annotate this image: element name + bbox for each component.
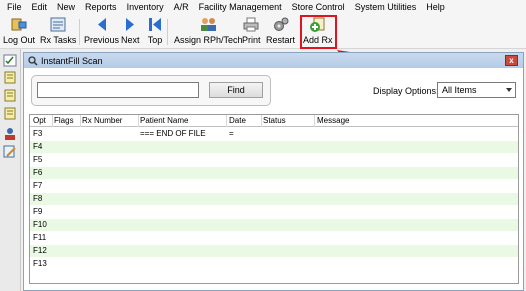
table-row[interactable]: F9 — [30, 206, 518, 218]
row-opt: F10 — [33, 220, 47, 229]
toolbar-separator — [167, 19, 168, 45]
left-tool-strip — [0, 49, 21, 291]
restart-button[interactable]: Restart — [266, 16, 295, 48]
assign-users-icon — [199, 16, 217, 33]
rx-tasks-button[interactable]: Rx Tasks — [40, 16, 76, 48]
column-divider — [226, 115, 227, 127]
row-opt: F8 — [33, 194, 43, 203]
menu-bar: File Edit New Reports Inventory A/R Faci… — [0, 0, 526, 15]
table-row[interactable]: F10 — [30, 219, 518, 231]
top-button[interactable]: Top — [146, 16, 164, 48]
column-divider — [52, 115, 53, 127]
row-date: = — [229, 129, 234, 138]
user-icon[interactable] — [3, 127, 17, 140]
find-button[interactable]: Find — [209, 82, 263, 98]
row-opt: F5 — [33, 155, 43, 164]
column-header-opt[interactable]: Opt — [33, 116, 46, 126]
printer-icon — [242, 16, 260, 33]
display-options-value: All Items — [442, 85, 477, 95]
checklist-icon[interactable] — [3, 54, 17, 67]
column-header-status[interactable]: Status — [263, 116, 286, 126]
scan-input[interactable] — [37, 82, 199, 98]
column-divider — [314, 115, 315, 127]
assign-rph-tech-button[interactable]: Assign RPh/Tech — [174, 16, 243, 48]
column-header-date[interactable]: Date — [229, 116, 246, 126]
row-opt: F9 — [33, 207, 43, 216]
toolbar-separator — [79, 19, 80, 45]
table-row[interactable]: F6 — [30, 167, 518, 179]
edit-icon[interactable] — [3, 145, 17, 158]
gears-icon — [272, 16, 290, 33]
table-row[interactable]: F8 — [30, 193, 518, 205]
document-icon[interactable] — [3, 107, 17, 120]
table-row[interactable]: F5 — [30, 154, 518, 166]
column-header-rx-number[interactable]: Rx Number — [82, 116, 122, 126]
arrow-right-icon — [121, 16, 139, 33]
display-options-select[interactable]: All Items — [437, 82, 516, 98]
menu-facility-management[interactable]: Facility Management — [194, 0, 287, 15]
row-opt: F12 — [33, 246, 47, 255]
document-icon[interactable] — [3, 89, 17, 102]
print-button[interactable]: Print — [242, 16, 261, 48]
logout-button[interactable]: Log Out — [3, 16, 35, 48]
table-row[interactable]: F12 — [30, 245, 518, 257]
items-grid: Opt Flags Rx Number Patient Name Date St… — [29, 114, 519, 284]
first-page-icon — [146, 16, 164, 33]
window-title: InstantFill Scan — [41, 55, 103, 66]
grid-header: Opt Flags Rx Number Patient Name Date St… — [30, 115, 518, 127]
display-options-label: Display Options: — [373, 86, 439, 96]
row-opt: F4 — [33, 142, 43, 151]
column-divider — [138, 115, 139, 127]
table-row[interactable]: F13 — [30, 258, 518, 270]
chevron-down-icon — [506, 88, 512, 92]
table-row[interactable]: F3 === END OF FILE = — [30, 128, 518, 140]
column-divider — [261, 115, 262, 127]
arrow-left-icon — [93, 16, 111, 33]
row-opt: F7 — [33, 181, 43, 190]
menu-ar[interactable]: A/R — [169, 0, 194, 15]
row-opt: F11 — [33, 233, 47, 242]
add-rx-highlight-box — [300, 15, 337, 49]
menu-reports[interactable]: Reports — [80, 0, 122, 15]
menu-system-utilities[interactable]: System Utilities — [350, 0, 422, 15]
instantfill-scan-window: InstantFill Scan x Find Display Options:… — [23, 52, 524, 291]
table-row[interactable]: F4 — [30, 141, 518, 153]
row-opt: F3 — [33, 129, 43, 138]
row-opt: F6 — [33, 168, 43, 177]
table-row[interactable]: F7 — [30, 180, 518, 192]
magnifier-icon — [28, 55, 38, 66]
next-button[interactable]: Next — [121, 16, 140, 48]
column-header-patient-name[interactable]: Patient Name — [140, 116, 188, 126]
column-header-flags[interactable]: Flags — [54, 116, 74, 126]
menu-inventory[interactable]: Inventory — [122, 0, 169, 15]
column-header-message[interactable]: Message — [317, 116, 349, 126]
table-row[interactable]: F11 — [30, 232, 518, 244]
scan-group-box: Find — [31, 75, 271, 106]
menu-store-control[interactable]: Store Control — [287, 0, 350, 15]
document-icon[interactable] — [3, 71, 17, 84]
row-opt: F13 — [33, 259, 47, 268]
column-divider — [80, 115, 81, 127]
close-button[interactable]: x — [505, 55, 518, 66]
menu-file[interactable]: File — [2, 0, 27, 15]
menu-edit[interactable]: Edit — [27, 0, 53, 15]
menu-new[interactable]: New — [52, 0, 80, 15]
window-title-bar: InstantFill Scan x — [24, 53, 523, 68]
toolbar: Log Out Rx Tasks Previous Next Top Assig… — [0, 15, 526, 49]
menu-help[interactable]: Help — [421, 0, 450, 15]
previous-button[interactable]: Previous — [84, 16, 119, 48]
rx-tasks-icon — [49, 16, 67, 33]
logout-icon — [10, 16, 28, 33]
row-patient-name: === END OF FILE — [140, 129, 206, 138]
